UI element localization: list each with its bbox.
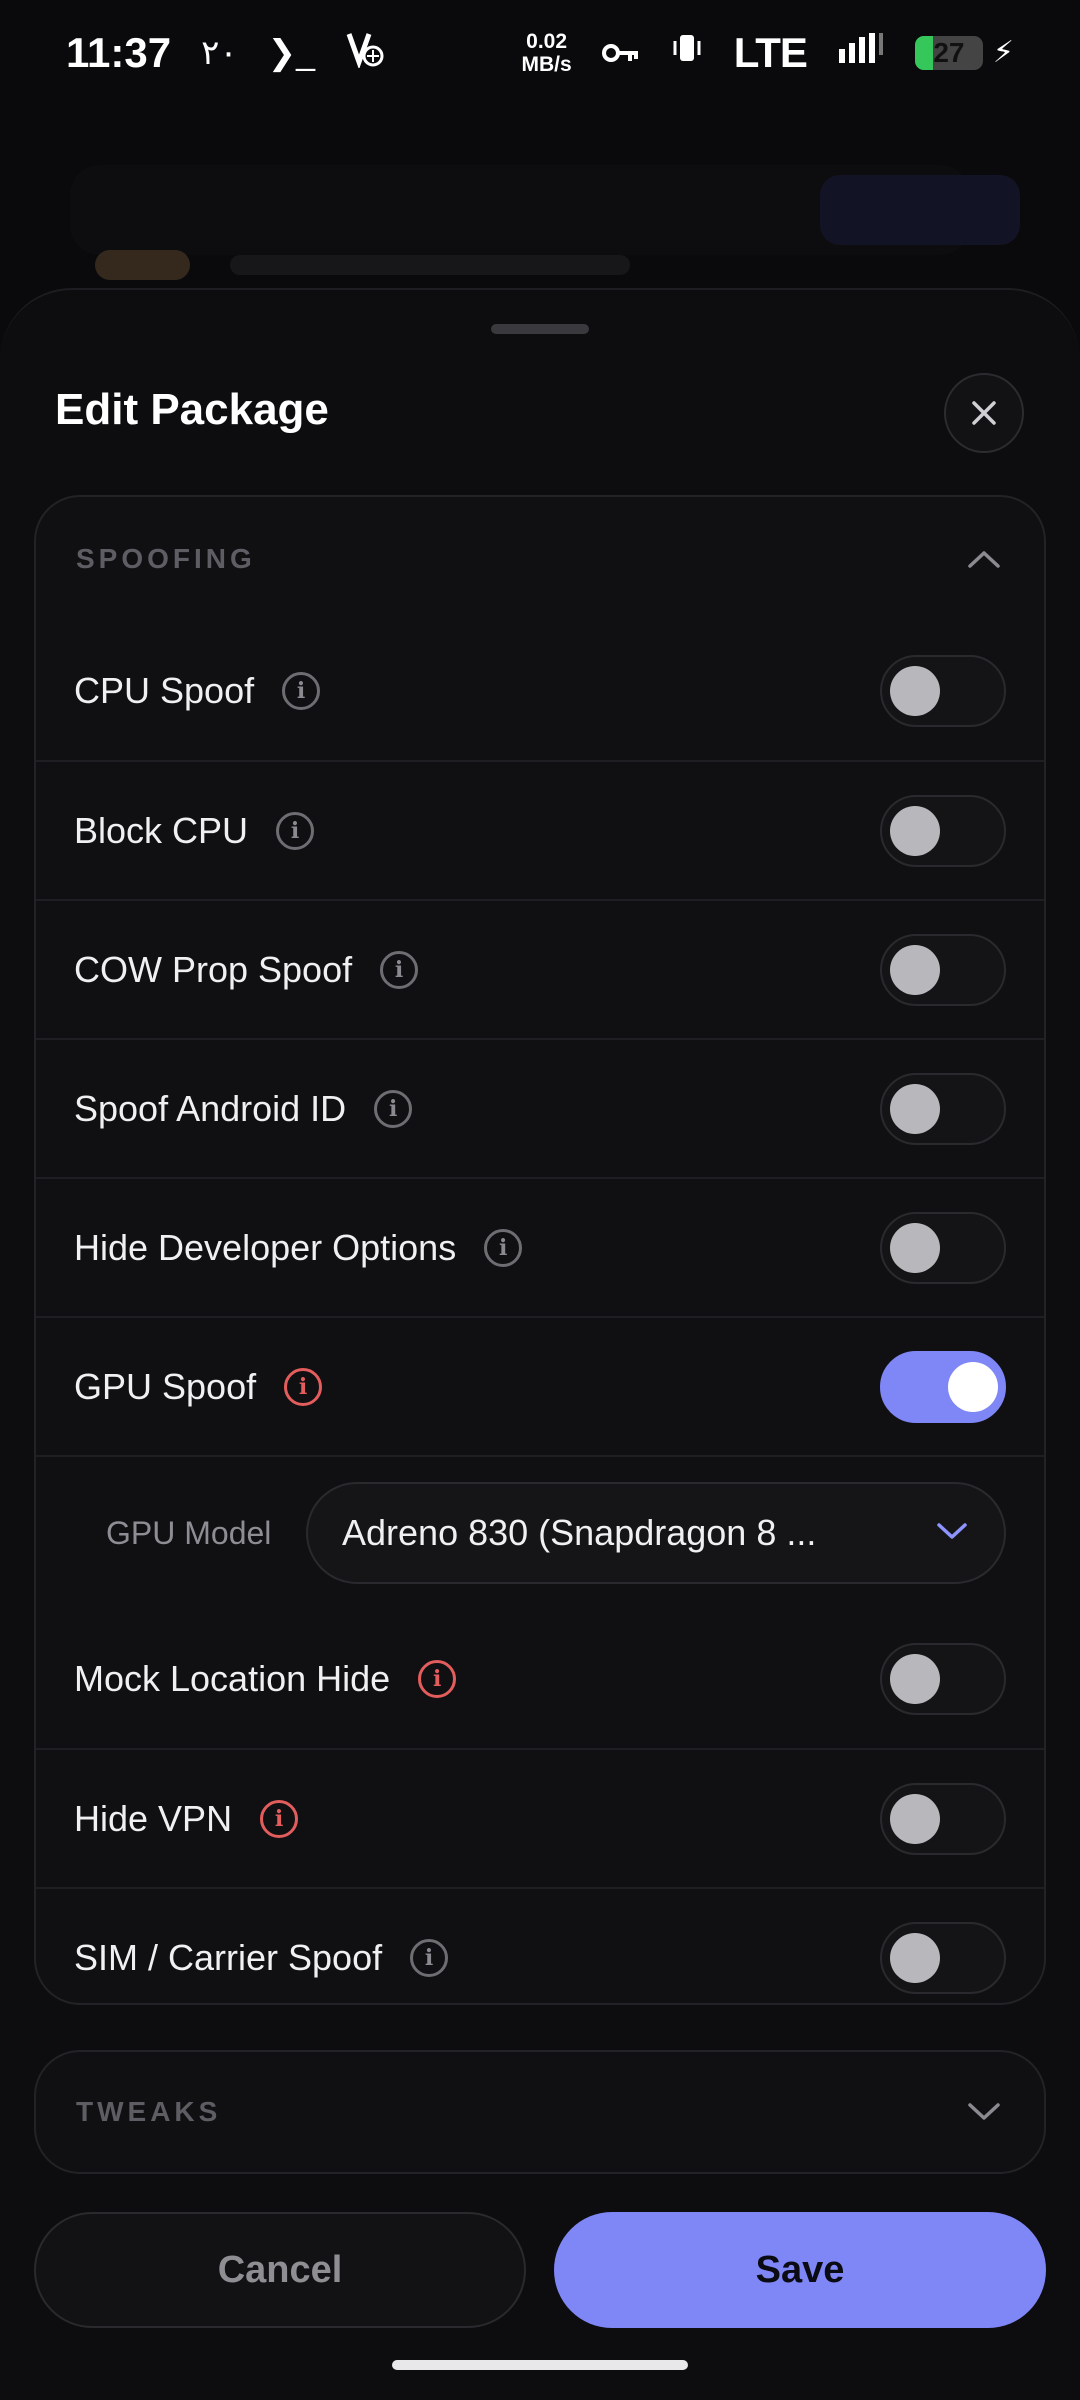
vibrate-icon [670, 30, 704, 75]
setting-label: SIM / Carrier Spoof [74, 1936, 383, 1978]
gpu-model-select[interactable]: Adreno 830 (Snapdragon 8 ... [306, 1482, 1006, 1584]
toggle-knob [890, 665, 940, 716]
drag-handle[interactable] [491, 324, 589, 334]
setting-label: Spoof Android ID [74, 1087, 347, 1129]
toggle-knob [890, 1793, 940, 1844]
setting-row-hide-vpn: Hide VPN i [36, 1748, 1044, 1887]
status-time: 11:37 [66, 28, 172, 76]
toggle-block-cpu[interactable] [880, 794, 1006, 867]
battery-level: 27 [933, 36, 965, 68]
setting-row-gpu-spoof: GPU Spoof i [36, 1316, 1044, 1455]
status-bar: 11:37 ٢٠ ❯_ 0.02 MB/s LTE 27 ⚡ [0, 0, 1080, 105]
chevron-up-icon[interactable] [964, 539, 1004, 579]
toggle-mock-location-hide[interactable] [880, 1642, 1006, 1715]
setting-row-left: GPU Spoof i [74, 1365, 323, 1408]
spoofing-rows-after: Mock Location Hide i Hide VPN i SIM / Carrie… [36, 1609, 1044, 2003]
background-button [820, 175, 1020, 245]
toggle-cpu-spoof[interactable] [880, 654, 1006, 727]
home-indicator[interactable] [392, 2360, 688, 2370]
setting-row-spoof-android-id: Spoof Android ID i [36, 1038, 1044, 1177]
edit-package-sheet: Edit Package SPOOFING CPU Spoof i Block CP… [0, 288, 1080, 2400]
toggle-hide-vpn[interactable] [880, 1782, 1006, 1855]
toggle-sim-carrier-spoof[interactable] [880, 1921, 1006, 1994]
net-speed-unit: MB/s [521, 52, 572, 76]
info-icon[interactable]: i [282, 671, 321, 710]
close-icon [972, 401, 996, 425]
net-speed-value: 0.02 [526, 29, 568, 53]
toggle-cow-prop-spoof[interactable] [880, 933, 1006, 1006]
info-icon[interactable]: i [484, 1228, 523, 1267]
setting-row-left: COW Prop Spoof i [74, 948, 419, 991]
setting-label: Mock Location Hide [74, 1657, 391, 1699]
toggle-knob [890, 1932, 940, 1983]
toggle-knob [890, 805, 940, 856]
setting-row-left: SIM / Carrier Spoof i [74, 1936, 449, 1979]
setting-row-mock-location-hide: Mock Location Hide i [36, 1609, 1044, 1748]
tweaks-section-header[interactable]: TWEAKS [34, 2050, 1046, 2174]
toggle-knob [890, 944, 940, 995]
setting-row-left: Hide Developer Options i [74, 1226, 523, 1269]
spoofing-section: SPOOFING CPU Spoof i Block CPU i COW Prop Sp… [34, 495, 1046, 2005]
info-icon[interactable]: i [380, 950, 419, 989]
info-icon[interactable]: i [410, 1938, 449, 1977]
status-left: 11:37 ٢٠ ❯_ [66, 28, 385, 77]
toggle-knob [890, 1083, 940, 1134]
terminal-icon: ❯_ [267, 33, 316, 72]
setting-row-cpu-spoof: CPU Spoof i [36, 621, 1044, 760]
chevron-down-icon[interactable] [964, 2092, 1004, 2132]
setting-label: COW Prop Spoof [74, 948, 353, 990]
info-icon[interactable]: i [418, 1659, 457, 1698]
info-icon[interactable]: i [276, 811, 315, 850]
network-type: LTE [733, 28, 808, 76]
battery-fill [914, 35, 934, 70]
setting-row-left: Block CPU i [74, 809, 315, 852]
background-text [230, 255, 630, 275]
setting-row-cow-prop-spoof: COW Prop Spoof i [36, 899, 1044, 1038]
gpu-model-value: Adreno 830 (Snapdragon 8 ... [342, 1512, 817, 1553]
toggle-knob [890, 1653, 940, 1704]
status-extra: ٢٠ [201, 33, 238, 72]
close-button[interactable] [944, 373, 1024, 453]
setting-label: CPU Spoof [74, 669, 255, 711]
setting-row-block-cpu: Block CPU i [36, 760, 1044, 899]
charging-icon: ⚡ [992, 36, 1014, 69]
chevron-down-icon [936, 1521, 968, 1546]
setting-row-left: Spoof Android ID i [74, 1087, 413, 1130]
toggle-knob [890, 1222, 940, 1273]
key-icon [601, 30, 640, 75]
info-icon[interactable]: i [374, 1089, 413, 1128]
setting-row-left: Hide VPN i [74, 1797, 299, 1840]
toggle-spoof-android-id[interactable] [880, 1072, 1006, 1145]
background-page [0, 105, 1080, 305]
status-right: 0.02 MB/s LTE 27 ⚡ [522, 29, 1014, 77]
setting-label: GPU Spoof [74, 1365, 257, 1407]
net-speed: 0.02 MB/s [522, 30, 572, 76]
toggle-gpu-spoof[interactable] [880, 1350, 1006, 1423]
background-chip [95, 250, 190, 280]
signal-icon [837, 30, 885, 75]
sheet-title: Edit Package [55, 385, 329, 434]
section-title: TWEAKS [76, 2096, 222, 2127]
info-icon[interactable]: i [284, 1367, 323, 1406]
spoofing-rows: CPU Spoof i Block CPU i COW Prop Spoof i Spoof… [36, 621, 1044, 1455]
setting-row-sim-carrier-spoof: SIM / Carrier Spoof i [36, 1887, 1044, 2003]
gpu-model-label: GPU Model [106, 1514, 272, 1551]
setting-row-hide-developer-options: Hide Developer Options i [36, 1177, 1044, 1316]
toggle-hide-developer-options[interactable] [880, 1211, 1006, 1284]
setting-row-left: CPU Spoof i [74, 669, 321, 712]
setting-row-left: Mock Location Hide i [74, 1657, 457, 1700]
info-icon[interactable]: i [260, 1799, 299, 1838]
cancel-button[interactable]: Cancel [34, 2212, 526, 2328]
gpu-model-row: GPU Model Adreno 830 (Snapdragon 8 ... [36, 1455, 1044, 1609]
spoofing-section-header[interactable]: SPOOFING [36, 497, 1044, 621]
battery-icon: 27 [914, 35, 983, 70]
setting-label: Hide Developer Options [74, 1226, 457, 1268]
setting-label: Hide VPN [74, 1797, 233, 1839]
vpn-key-app-icon [345, 28, 385, 77]
setting-label: Block CPU [74, 809, 249, 851]
toggle-knob [948, 1361, 998, 1412]
save-button[interactable]: Save [554, 2212, 1046, 2328]
section-title: SPOOFING [76, 543, 256, 574]
